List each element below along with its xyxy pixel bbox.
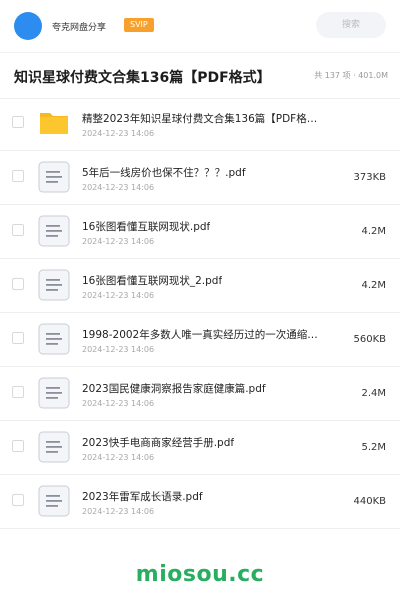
select-checkbox[interactable]: [12, 224, 24, 236]
file-name[interactable]: 2023年雷军成长语录.pdf: [82, 489, 203, 504]
document-icon: [38, 269, 70, 301]
svip-badge: SVIP: [124, 18, 154, 32]
document-icon: [38, 323, 70, 355]
file-name[interactable]: 2023快手电商商家经营手册.pdf: [82, 435, 234, 450]
file-date: 2024-12-23 14:06: [82, 453, 155, 462]
file-row[interactable]: 5年后一线房价也保不住？？？.pdf 2024-12-23 14:06 373KB: [0, 151, 400, 205]
search-input[interactable]: 搜索: [316, 12, 386, 38]
file-name[interactable]: 16张图看懂互联网现状.pdf: [82, 219, 210, 234]
file-size: 373KB: [353, 172, 386, 183]
file-row[interactable]: 16张图看懂互联网现状.pdf 2024-12-23 14:06 4.2M: [0, 205, 400, 259]
file-row[interactable]: 2023国民健康洞察报告家庭健康篇.pdf 2024-12-23 14:06 2.4…: [0, 367, 400, 421]
select-checkbox[interactable]: [12, 440, 24, 452]
file-size: 4.2M: [361, 226, 386, 237]
document-icon: [38, 161, 70, 193]
file-row[interactable]: 精整2023年知识星球付费文合集136篇【PDF格式】 2024-12-23 14…: [0, 97, 400, 151]
file-date: 2024-12-23 14:06: [82, 291, 155, 300]
file-date: 2024-12-23 14:06: [82, 507, 155, 516]
file-size: 4.2M: [361, 280, 386, 291]
document-icon: [38, 431, 70, 463]
select-checkbox[interactable]: [12, 170, 24, 182]
top-bar: 夸克网盘分享 SVIP 搜索: [0, 0, 400, 52]
file-date: 2024-12-23 14:06: [82, 345, 155, 354]
file-date: 2024-12-23 14:06: [82, 237, 155, 246]
file-date: 2024-12-23 14:06: [82, 129, 155, 138]
file-row[interactable]: 16张图看懂互联网现状_2.pdf 2024-12-23 14:06 4.2M: [0, 259, 400, 313]
document-icon: [38, 485, 70, 517]
select-checkbox[interactable]: [12, 332, 24, 344]
folder-icon: [38, 107, 70, 139]
watermark: miosou.cc: [135, 562, 265, 587]
file-list: 精整2023年知识星球付费文合集136篇【PDF格式】 2024-12-23 14…: [0, 97, 400, 529]
select-checkbox[interactable]: [12, 494, 24, 506]
page-title: 知识星球付费文合集136篇【PDF格式】: [14, 70, 271, 86]
select-checkbox[interactable]: [12, 386, 24, 398]
file-row[interactable]: 1998-2002年多数人唯一真实经历过的一次通缩（上）.pdf 2024-12-…: [0, 313, 400, 367]
share-header: 知识星球付费文合集136篇【PDF格式】 共 137 项 · 401.0M: [0, 52, 400, 99]
file-size: 5.2M: [361, 442, 386, 453]
select-checkbox[interactable]: [12, 278, 24, 290]
avatar[interactable]: [14, 12, 42, 40]
file-size: 440KB: [353, 496, 386, 507]
file-name[interactable]: 精整2023年知识星球付费文合集136篇【PDF格式】: [82, 111, 322, 126]
file-name[interactable]: 2023国民健康洞察报告家庭健康篇.pdf: [82, 381, 266, 396]
brand-label: 夸克网盘分享: [52, 23, 107, 33]
file-row[interactable]: 2023年雷军成长语录.pdf 2024-12-23 14:06 440KB: [0, 475, 400, 529]
file-date: 2024-12-23 14:06: [82, 183, 155, 192]
file-name[interactable]: 5年后一线房价也保不住？？？.pdf: [82, 165, 246, 180]
document-icon: [38, 377, 70, 409]
file-name[interactable]: 1998-2002年多数人唯一真实经历过的一次通缩（上）.pdf: [82, 327, 322, 342]
file-size: 560KB: [353, 334, 386, 345]
share-summary: 共 137 项 · 401.0M: [314, 71, 388, 80]
file-date: 2024-12-23 14:06: [82, 399, 155, 408]
footer: miosou.cc: [0, 548, 400, 600]
document-icon: [38, 215, 70, 247]
file-row[interactable]: 2023快手电商商家经营手册.pdf 2024-12-23 14:06 5.2M: [0, 421, 400, 475]
select-checkbox[interactable]: [12, 116, 24, 128]
file-name[interactable]: 16张图看懂互联网现状_2.pdf: [82, 273, 222, 288]
file-size: 2.4M: [361, 388, 386, 399]
